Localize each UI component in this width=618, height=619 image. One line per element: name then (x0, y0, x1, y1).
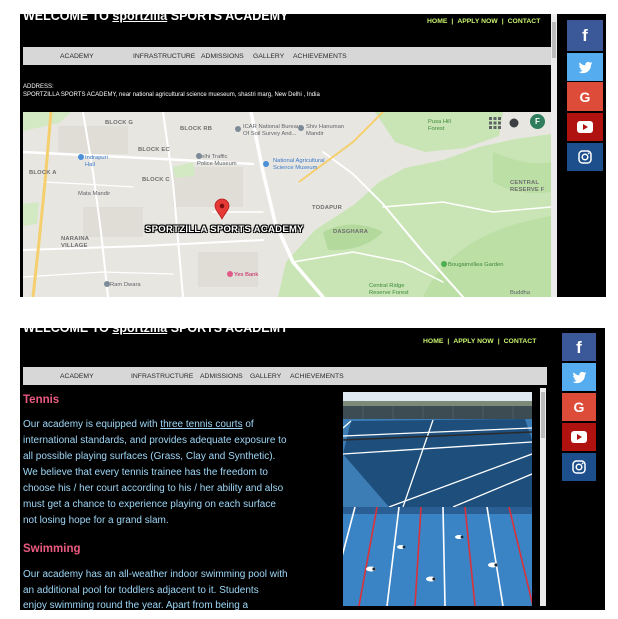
tennis-paragraph-line: international standards, and provides ad… (23, 435, 287, 446)
menu-item-achievements[interactable]: ACHIEVEMENTS (290, 373, 344, 381)
brand-link[interactable]: sportzilla (112, 14, 167, 23)
screenshot-infrastructure: WELCOME TO sportzilla SPORTS ACADEMY HOM… (20, 328, 553, 610)
facebook-icon[interactable]: f (567, 20, 603, 51)
swimming-pool-photo (343, 507, 532, 606)
content-scrollbar[interactable] (540, 388, 546, 606)
tennis-courts-link[interactable]: three tennis courts (160, 419, 242, 430)
swimming-paragraph-line: enjoy swimming round the year. Apart fro… (23, 600, 249, 610)
top-links: HOME | APPLY NOW | CONTACT (423, 337, 536, 346)
google-icon[interactable]: G (567, 82, 603, 111)
tennis-court-photo (343, 392, 532, 507)
facebook-glyph: f (576, 337, 582, 357)
brand-link[interactable]: sportzilla (112, 328, 167, 335)
social-rail: f G (553, 328, 605, 610)
tennis-paragraph-line: not losing hope for a grand slam. (23, 515, 169, 526)
twitter-icon[interactable] (567, 53, 603, 81)
menu-item-academy[interactable]: ACADEMY (60, 373, 94, 381)
address-text: SPORTZILLA SPORTS ACADEMY, near national… (23, 92, 320, 98)
top-links: HOME | APPLY NOW | CONTACT (427, 17, 540, 26)
scrollbar-thumb[interactable] (541, 392, 545, 438)
link-separator: | (497, 338, 500, 345)
title-suffix: SPORTS ACADEMY (170, 14, 289, 23)
tennis-text: Our academy is equipped with (23, 419, 161, 430)
instagram-camera-icon (578, 150, 592, 164)
poi-icons (78, 125, 447, 287)
tennis-paragraph-line: We believe that every tennis trainee has… (23, 467, 268, 478)
menu-item-admissions[interactable]: ADMISSIONS (201, 53, 244, 61)
youtube-icon[interactable] (567, 113, 603, 141)
link-separator: | (447, 338, 450, 345)
menu-item-gallery[interactable]: GALLERY (250, 373, 281, 381)
facebook-glyph: f (582, 26, 588, 45)
title-prefix: WELCOME TO (23, 328, 109, 335)
google-glyph: G (573, 399, 585, 415)
menu-item-infrastructure[interactable]: INFRASTRUCTURE (131, 373, 193, 381)
link-separator: | (501, 18, 504, 25)
site-title: WELCOME TO sportzilla SPORTS ACADEMY (23, 328, 288, 335)
section-heading-tennis: Tennis (23, 394, 60, 406)
instagram-icon[interactable] (567, 143, 603, 171)
google-icon[interactable]: G (562, 393, 596, 421)
contact-link[interactable]: CONTACT (504, 338, 537, 345)
main-menu: ACADEMY INFRASTRUCTURE ADMISSIONS GALLER… (23, 367, 547, 385)
menu-item-achievements[interactable]: ACHIEVEMENTS (293, 53, 347, 61)
youtube-logo-icon (571, 431, 587, 443)
menu-item-infrastructure[interactable]: INFRASTRUCTURE (133, 53, 195, 61)
twitter-icon[interactable] (562, 363, 596, 391)
tennis-paragraph-line: all possible playing surfaces (Grass, Cl… (23, 451, 276, 462)
contact-link[interactable]: CONTACT (508, 18, 541, 25)
title-prefix: WELCOME TO (23, 14, 109, 23)
menu-item-admissions[interactable]: ADMISSIONS (200, 373, 243, 381)
scrollbar-thumb[interactable] (552, 22, 556, 58)
location-pin-icon[interactable] (214, 198, 230, 220)
map-marker-label: SPORTZILLA SPORTS ACADEMY (145, 224, 304, 235)
home-link[interactable]: HOME (423, 338, 443, 345)
account-avatar[interactable]: F (530, 114, 545, 129)
menu-item-gallery[interactable]: GALLERY (253, 53, 284, 61)
tennis-paragraph-line: choose his / her court according to his … (23, 483, 284, 494)
swimming-paragraph-line: Our academy has an all-weather indoor sw… (23, 569, 288, 580)
apply-now-link[interactable]: APPLY NOW (453, 338, 493, 345)
apply-now-link[interactable]: APPLY NOW (457, 18, 497, 25)
home-link[interactable]: HOME (427, 18, 447, 25)
link-separator: | (451, 18, 454, 25)
tennis-paragraph-line: Our academy is equipped with three tenni… (23, 419, 254, 431)
instagram-camera-icon (572, 460, 586, 474)
google-glyph: G (579, 88, 591, 105)
swimming-paragraph-line: an additional pool for toddlers adjacent… (23, 585, 259, 596)
notifications-icon[interactable] (509, 118, 519, 128)
section-heading-swimming: Swimming (23, 543, 81, 555)
tennis-paragraph-line: must get a chance to experience playing … (23, 499, 276, 510)
youtube-logo-icon (577, 121, 593, 133)
twitter-bird-icon (572, 371, 586, 383)
screenshot-address-map: WELCOME TO sportzilla SPORTS ACADEMY HOM… (20, 14, 557, 297)
address-label: ADDRESS: (23, 84, 54, 90)
tennis-text: of (242, 419, 254, 430)
facebook-icon[interactable]: f (562, 333, 596, 361)
instagram-icon[interactable] (562, 453, 596, 481)
site-title: WELCOME TO sportzilla SPORTS ACADEMY (23, 14, 288, 23)
main-menu: ACADEMY INFRASTRUCTURE ADMISSIONS GALLER… (23, 47, 551, 65)
social-rail: f G (557, 14, 606, 297)
embedded-map[interactable]: BLOCK G BLOCK RB ICAR National Bureau Of… (23, 112, 551, 297)
twitter-bird-icon (578, 61, 592, 73)
youtube-icon[interactable] (562, 423, 596, 451)
menu-item-academy[interactable]: ACADEMY (60, 53, 94, 61)
apps-grid-icon[interactable] (489, 117, 501, 129)
title-suffix: SPORTS ACADEMY (170, 328, 289, 335)
